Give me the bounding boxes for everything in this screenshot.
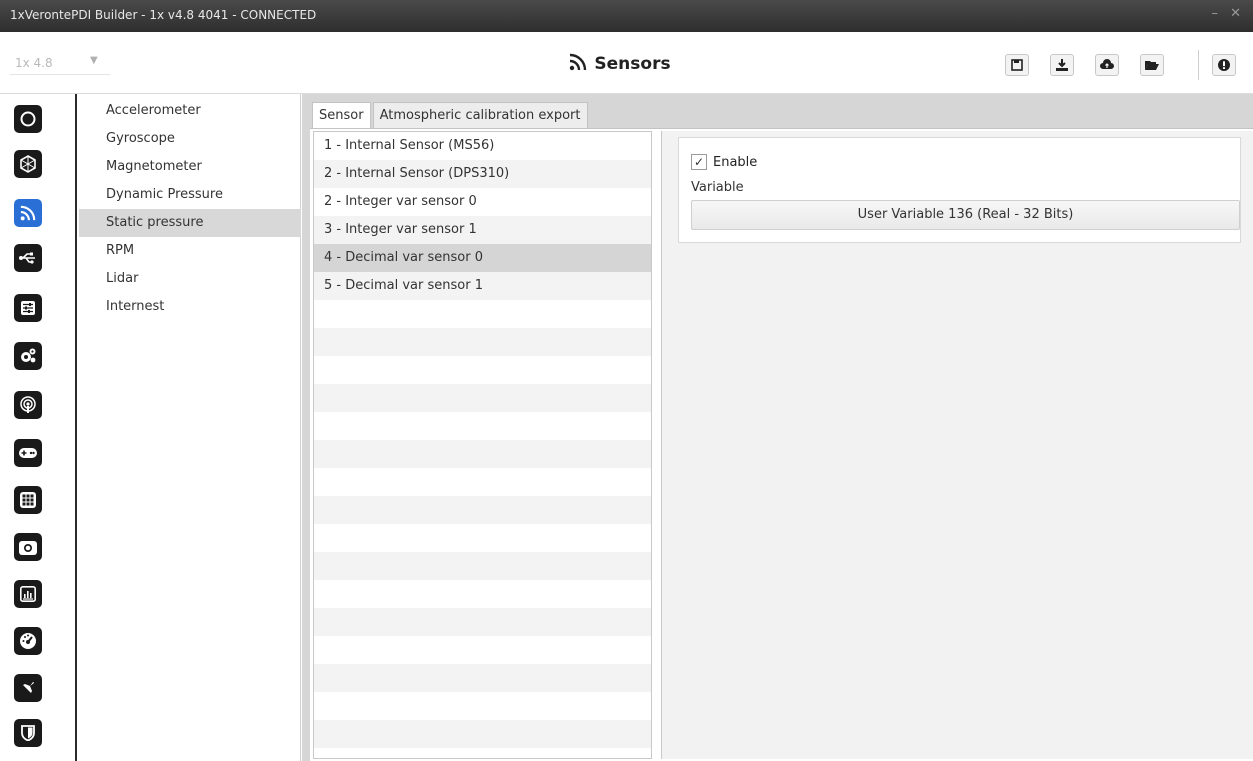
- empty-row: [314, 552, 651, 580]
- sliders-icon: [21, 301, 35, 315]
- category-item-accelerometer[interactable]: Accelerometer: [79, 97, 301, 125]
- open-folder-button[interactable]: [1140, 54, 1164, 76]
- tab-bar: Sensor Atmospheric calibration export: [312, 102, 588, 128]
- gamepad-icon: [19, 448, 37, 458]
- gears-icon: [21, 348, 36, 363]
- category-item-gyroscope[interactable]: Gyroscope: [79, 125, 301, 153]
- check-icon: ✓: [693, 155, 705, 169]
- network-icon: [20, 155, 36, 173]
- sensor-item[interactable]: 3 - Integer var sensor 1: [314, 216, 651, 244]
- sensor-config-box: ✓ Enable Variable User Variable 136 (Rea…: [678, 137, 1241, 243]
- empty-row: [314, 468, 651, 496]
- category-item-magnetometer[interactable]: Magnetometer: [79, 153, 301, 181]
- variable-select-button[interactable]: User Variable 136 (Real - 32 Bits): [691, 200, 1240, 230]
- cloud-upload-icon: [1100, 59, 1114, 69]
- category-item-internest[interactable]: Internest: [79, 293, 301, 321]
- rail-item-power[interactable]: [14, 105, 42, 133]
- sensor-item[interactable]: 1 - Internal Sensor (MS56): [314, 132, 651, 160]
- page-title: Sensors: [500, 50, 740, 78]
- sensor-details: ✓ Enable Variable User Variable 136 (Rea…: [661, 131, 1253, 759]
- download-icon: [1056, 59, 1068, 71]
- download-button[interactable]: [1050, 54, 1074, 76]
- category-list: Accelerometer Gyroscope Magnetometer Dyn…: [79, 94, 301, 761]
- rail-item-shield[interactable]: [14, 719, 42, 747]
- empty-row: [314, 356, 651, 384]
- sensors-icon: [20, 205, 36, 221]
- empty-row: [314, 328, 651, 356]
- category-item-rpm[interactable]: RPM: [79, 237, 301, 265]
- empty-row: [314, 608, 651, 636]
- rail-item-gauge[interactable]: [14, 627, 42, 655]
- category-item-static-pressure[interactable]: Static pressure: [79, 209, 301, 237]
- rail-item-usb[interactable]: [14, 244, 42, 272]
- empty-row: [314, 664, 651, 692]
- rail-item-network[interactable]: [14, 150, 42, 178]
- window-controls[interactable]: – ✕: [1211, 6, 1245, 21]
- folder-open-icon: [1145, 61, 1159, 70]
- rail-item-plane[interactable]: [14, 674, 42, 702]
- variable-label: Variable: [691, 180, 744, 195]
- empty-row: [314, 580, 651, 608]
- version-value: 1x 4.8: [15, 56, 53, 70]
- chevron-down-icon: ▼: [90, 55, 98, 66]
- sensor-item-selected[interactable]: 4 - Decimal var sensor 0: [314, 244, 651, 272]
- sensor-item[interactable]: 2 - Integer var sensor 0: [314, 188, 651, 216]
- empty-row: [314, 440, 651, 468]
- rail-item-sliders[interactable]: [14, 294, 42, 322]
- camera-icon: [19, 541, 37, 555]
- empty-row: [314, 748, 651, 758]
- info-button[interactable]: [1212, 54, 1236, 76]
- enable-checkbox[interactable]: ✓: [691, 154, 707, 170]
- icon-rail: [0, 94, 82, 761]
- sensor-tab-panel: 1 - Internal Sensor (MS56) 2 - Internal …: [310, 128, 1253, 761]
- chart-icon: [20, 586, 36, 602]
- rail-item-gamepad[interactable]: [14, 439, 42, 467]
- save-button[interactable]: [1005, 54, 1029, 76]
- version-select[interactable]: 1x 4.8 ▼: [10, 53, 110, 75]
- podcast-icon: [20, 396, 36, 413]
- sensor-list: 1 - Internal Sensor (MS56) 2 - Internal …: [313, 131, 652, 759]
- empty-row: [314, 384, 651, 412]
- category-item-lidar[interactable]: Lidar: [79, 265, 301, 293]
- cloud-button[interactable]: [1095, 54, 1119, 76]
- enable-row: ✓ Enable: [691, 154, 757, 170]
- window-title: 1xVerontePDI Builder - 1x v4.8 4041 - CO…: [10, 8, 317, 22]
- shield-icon: [21, 725, 35, 741]
- save-icon: [1011, 59, 1023, 71]
- tab-atmospheric-calibration-export[interactable]: Atmospheric calibration export: [372, 102, 588, 128]
- enable-label: Enable: [713, 154, 758, 170]
- rail-item-camera[interactable]: [14, 533, 42, 561]
- main-area: Sensor Atmospheric calibration export 1 …: [302, 94, 1253, 761]
- title-bar: 1xVerontePDI Builder - 1x v4.8 4041 - CO…: [0, 0, 1253, 32]
- page-title-text: Sensors: [594, 54, 671, 74]
- rss-icon: [569, 53, 587, 76]
- power-icon: [20, 111, 36, 127]
- empty-row: [314, 720, 651, 748]
- category-item-dynamic-pressure[interactable]: Dynamic Pressure: [79, 181, 301, 209]
- toolbar-divider: [1198, 50, 1199, 80]
- rail-item-chart[interactable]: [14, 580, 42, 608]
- sensor-item[interactable]: 5 - Decimal var sensor 1: [314, 272, 651, 300]
- sensor-item[interactable]: 2 - Internal Sensor (DPS310): [314, 160, 651, 188]
- empty-row: [314, 496, 651, 524]
- rail-item-podcast[interactable]: [14, 391, 42, 419]
- rail-item-gears[interactable]: [14, 342, 42, 370]
- rail-item-sensors[interactable]: [14, 199, 42, 227]
- empty-row: [314, 300, 651, 328]
- rail-divider: [75, 94, 77, 761]
- empty-row: [314, 692, 651, 720]
- empty-row: [314, 524, 651, 552]
- tab-sensor[interactable]: Sensor: [312, 102, 371, 128]
- info-icon: [1218, 59, 1230, 71]
- gauge-icon: [20, 633, 36, 649]
- usb-icon: [19, 252, 35, 264]
- empty-row: [314, 412, 651, 440]
- plane-icon: [21, 682, 34, 695]
- rail-item-grid[interactable]: [14, 486, 42, 514]
- empty-row: [314, 636, 651, 664]
- header: 1x 4.8 ▼ Sensors: [0, 32, 1253, 94]
- grid-icon: [20, 492, 36, 508]
